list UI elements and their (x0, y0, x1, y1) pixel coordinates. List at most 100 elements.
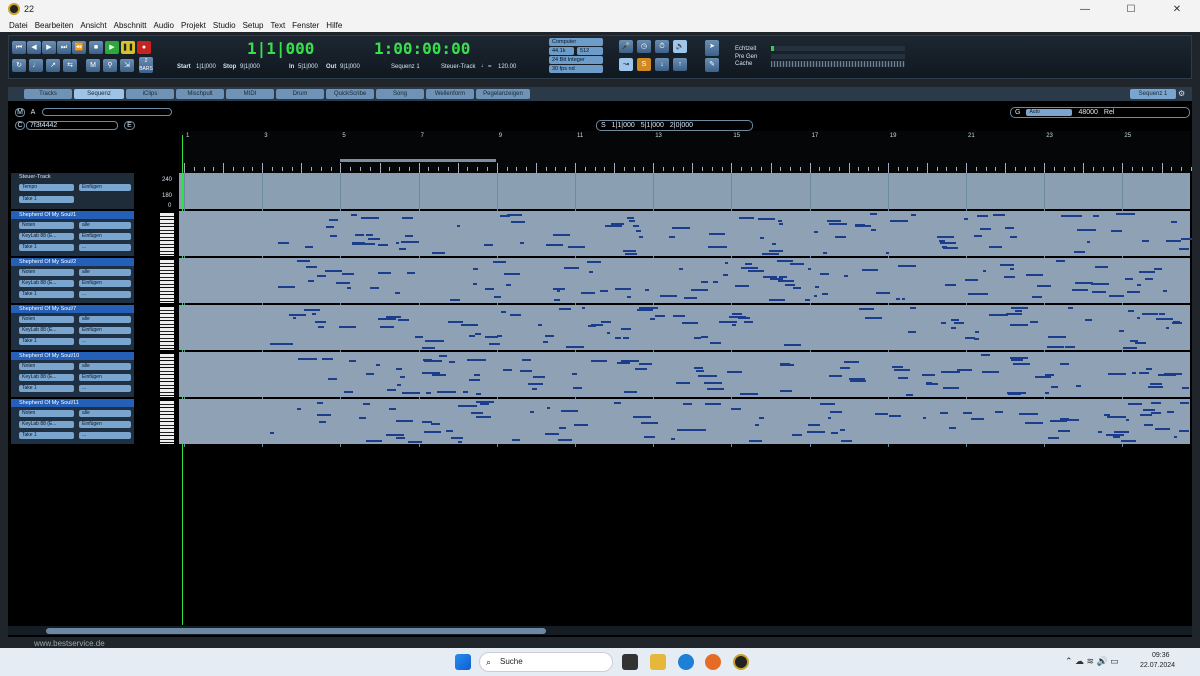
track-name[interactable]: Shepherd Of My Soul/1 (11, 211, 134, 219)
midi-note[interactable] (905, 393, 914, 396)
midi-note[interactable] (1166, 240, 1181, 243)
midi-note[interactable] (826, 219, 841, 222)
track-extra-select[interactable]: ... (79, 385, 131, 392)
midi-note[interactable] (532, 388, 538, 390)
midi-note[interactable] (889, 414, 902, 417)
tab-song[interactable]: Song (376, 89, 424, 99)
punch-icon[interactable]: ↻ (12, 59, 26, 72)
tab-midi[interactable]: MIDI (226, 89, 274, 99)
midi-note[interactable] (951, 326, 956, 329)
midi-note[interactable] (361, 216, 379, 219)
midi-note[interactable] (1058, 430, 1070, 433)
midi-note[interactable] (1179, 248, 1189, 251)
midi-note[interactable] (712, 281, 719, 284)
piano-keyboard[interactable] (160, 307, 174, 350)
midi-note[interactable] (730, 407, 741, 410)
midi-note[interactable] (675, 382, 690, 384)
midi-note[interactable] (304, 246, 313, 249)
midi-note[interactable] (305, 266, 317, 269)
menu-bearbeiten[interactable]: Bearbeiten (35, 21, 74, 30)
midi-note[interactable] (1025, 273, 1043, 276)
down-icon[interactable]: ↓ (655, 58, 669, 71)
record-button[interactable]: ● (137, 41, 151, 54)
midi-note[interactable] (529, 410, 535, 413)
midi-note[interactable] (893, 369, 911, 372)
midi-note[interactable] (405, 235, 414, 238)
midi-note[interactable] (278, 286, 296, 289)
midi-note[interactable] (719, 320, 738, 323)
midi-note[interactable] (874, 412, 888, 415)
midi-note[interactable] (921, 374, 935, 377)
midi-note[interactable] (494, 295, 501, 298)
midi-note[interactable] (1119, 330, 1125, 333)
midi-note[interactable] (328, 378, 338, 381)
midi-note[interactable] (963, 218, 968, 221)
midi-note[interactable] (839, 428, 846, 431)
midi-note[interactable] (476, 416, 491, 419)
midi-note[interactable] (1091, 283, 1110, 286)
midi-note[interactable] (978, 293, 989, 296)
midi-note[interactable] (1074, 250, 1085, 253)
samplerate-select[interactable]: 44.1k (549, 47, 574, 55)
steuer-lane[interactable] (179, 173, 1190, 209)
midi-note[interactable] (939, 241, 956, 244)
midi-note[interactable] (614, 337, 622, 340)
steuer-track-header[interactable]: Steuer-Track Tempo Einfügen Take 1 (11, 173, 134, 209)
midi-note[interactable] (439, 355, 447, 358)
midi-note[interactable] (1142, 312, 1158, 315)
midi-note[interactable] (834, 236, 846, 239)
midi-note[interactable] (344, 391, 353, 393)
midi-note[interactable] (1094, 266, 1109, 269)
midi-note[interactable] (1014, 310, 1022, 313)
midi-note[interactable] (587, 325, 597, 328)
midi-note[interactable] (1048, 436, 1060, 439)
midi-note[interactable] (399, 248, 407, 251)
midi-note[interactable] (505, 284, 511, 287)
midi-note[interactable] (395, 241, 399, 244)
midi-note[interactable] (368, 237, 380, 240)
midi-note[interactable] (532, 375, 545, 378)
audio-device-select[interactable]: Computer (549, 38, 603, 46)
midi-note[interactable] (314, 320, 327, 323)
track-filter-select[interactable]: alle (79, 363, 131, 370)
track-extra-select[interactable]: ... (79, 244, 131, 251)
midi-note[interactable] (993, 214, 1006, 217)
midi-note[interactable] (339, 326, 356, 329)
sequence-selector[interactable]: Sequenz 1 (391, 64, 420, 70)
midi-note[interactable] (1086, 241, 1090, 244)
tab-quickscribe[interactable]: QuickScribe (326, 89, 374, 99)
midi-note[interactable] (749, 439, 762, 442)
midi-note[interactable] (850, 380, 867, 383)
midi-note[interactable] (395, 292, 400, 295)
fps-select[interactable]: 30 fps nd (549, 65, 603, 73)
midi-note[interactable] (768, 249, 783, 252)
midi-note[interactable] (871, 317, 876, 320)
midi-note[interactable] (347, 286, 351, 289)
midi-note[interactable] (705, 403, 721, 406)
midi-note[interactable] (822, 251, 828, 254)
midi-note[interactable] (671, 227, 690, 230)
midi-note[interactable] (366, 373, 375, 376)
midi-note[interactable] (643, 435, 656, 438)
midi-note[interactable] (520, 369, 533, 372)
midi-note[interactable] (939, 411, 949, 414)
clock-date[interactable]: 22.07.2024 (1140, 662, 1175, 669)
firefox-icon[interactable] (705, 654, 721, 670)
midi-note[interactable] (450, 299, 461, 302)
track-header[interactable]: Shepherd Of My Soul/7 Noten alle KeyLab … (11, 305, 134, 350)
track-take-select[interactable]: Take 1 (19, 338, 74, 345)
midi-note[interactable] (871, 229, 877, 232)
midi-note[interactable] (942, 247, 959, 250)
midi-note[interactable] (804, 298, 811, 301)
snap-mode-select[interactable]: Auto (1026, 109, 1073, 116)
midi-note[interactable] (710, 342, 721, 345)
midi-note[interactable] (911, 213, 916, 216)
midi-note[interactable] (828, 375, 842, 378)
midi-note[interactable] (1029, 320, 1038, 323)
midi-note[interactable] (776, 260, 793, 263)
midi-note[interactable] (1143, 408, 1155, 411)
midi-note[interactable] (386, 315, 401, 318)
midi-note[interactable] (270, 342, 285, 345)
midi-note[interactable] (553, 288, 566, 291)
midi-note[interactable] (722, 274, 729, 277)
